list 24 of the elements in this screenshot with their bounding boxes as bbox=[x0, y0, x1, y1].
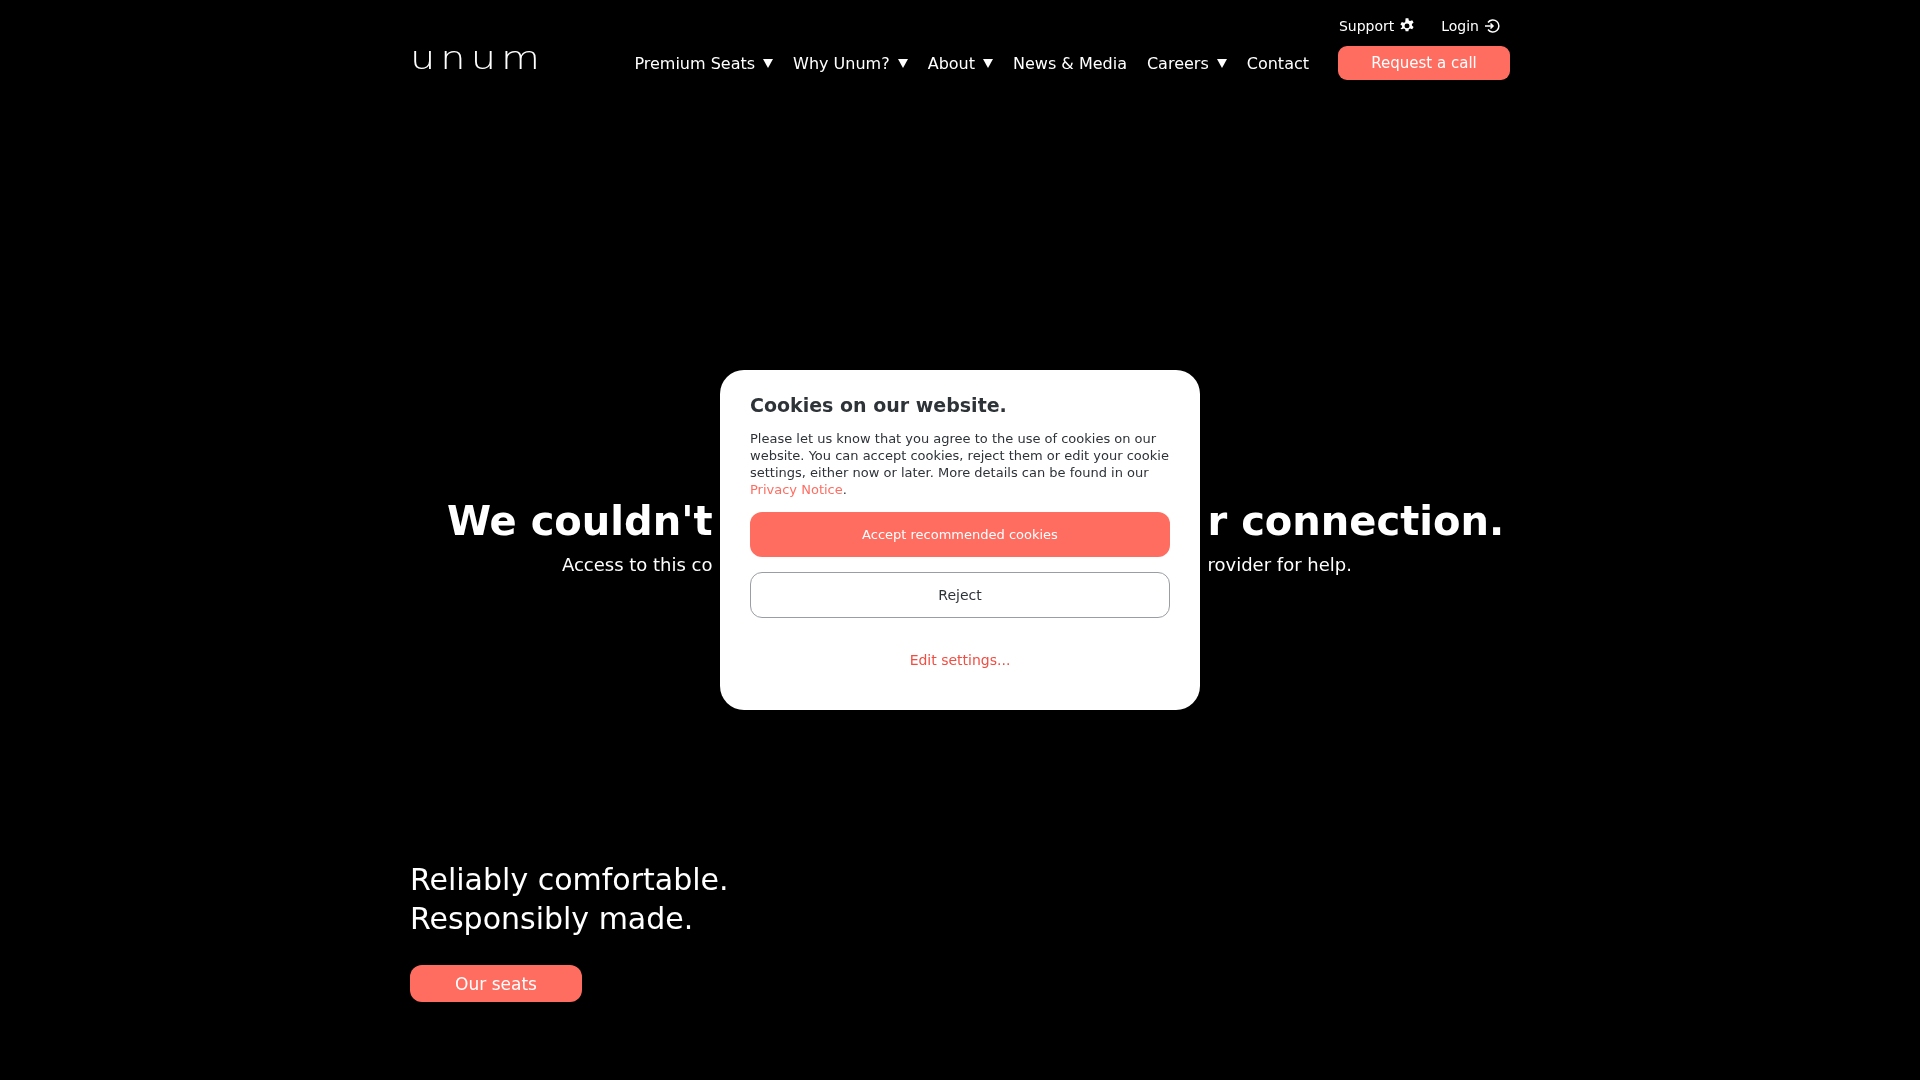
error-text: Access to this co bbox=[560, 554, 713, 575]
unum-logo[interactable]: unum bbox=[410, 42, 546, 74]
error-heading: r connection. bbox=[1207, 498, 1506, 544]
dialog-title: Cookies on our website. bbox=[750, 394, 1008, 416]
nav-item[interactable]: Contact bbox=[1246, 53, 1309, 73]
edit-settings-link[interactable]: Edit settings... bbox=[909, 652, 1011, 668]
top-link[interactable]: Login bbox=[1441, 18, 1500, 34]
nav-item[interactable]: Premium Seats bbox=[634, 53, 774, 73]
nav-item[interactable]: About bbox=[927, 53, 993, 73]
caret-icon bbox=[983, 58, 993, 68]
login-icon bbox=[1484, 18, 1500, 34]
nav-item[interactable]: Why Unum? bbox=[793, 53, 908, 73]
caret-icon bbox=[897, 58, 908, 68]
settings-icon bbox=[1399, 18, 1416, 34]
error-text: rovider for help. bbox=[1207, 554, 1353, 575]
reject-button[interactable]: Reject bbox=[750, 572, 1170, 618]
top-link[interactable]: Support bbox=[1338, 18, 1416, 34]
nav-item[interactable]: News & Media bbox=[1013, 53, 1127, 73]
caret-icon bbox=[763, 58, 774, 68]
caret-icon bbox=[1216, 58, 1227, 68]
dialog-text: Please let us know that you agree to the use of cookies on our website. You can accept cookies, reject them or edit your cookie settings, either now or later. More details can be found in our Privacy Notice. bbox=[750, 430, 1170, 498]
hero-heading: Reliably comfortable. Responsibly made. bbox=[410, 861, 730, 938]
nav-item[interactable]: Careers bbox=[1146, 53, 1227, 73]
error-heading: We couldn't bbox=[445, 498, 713, 544]
